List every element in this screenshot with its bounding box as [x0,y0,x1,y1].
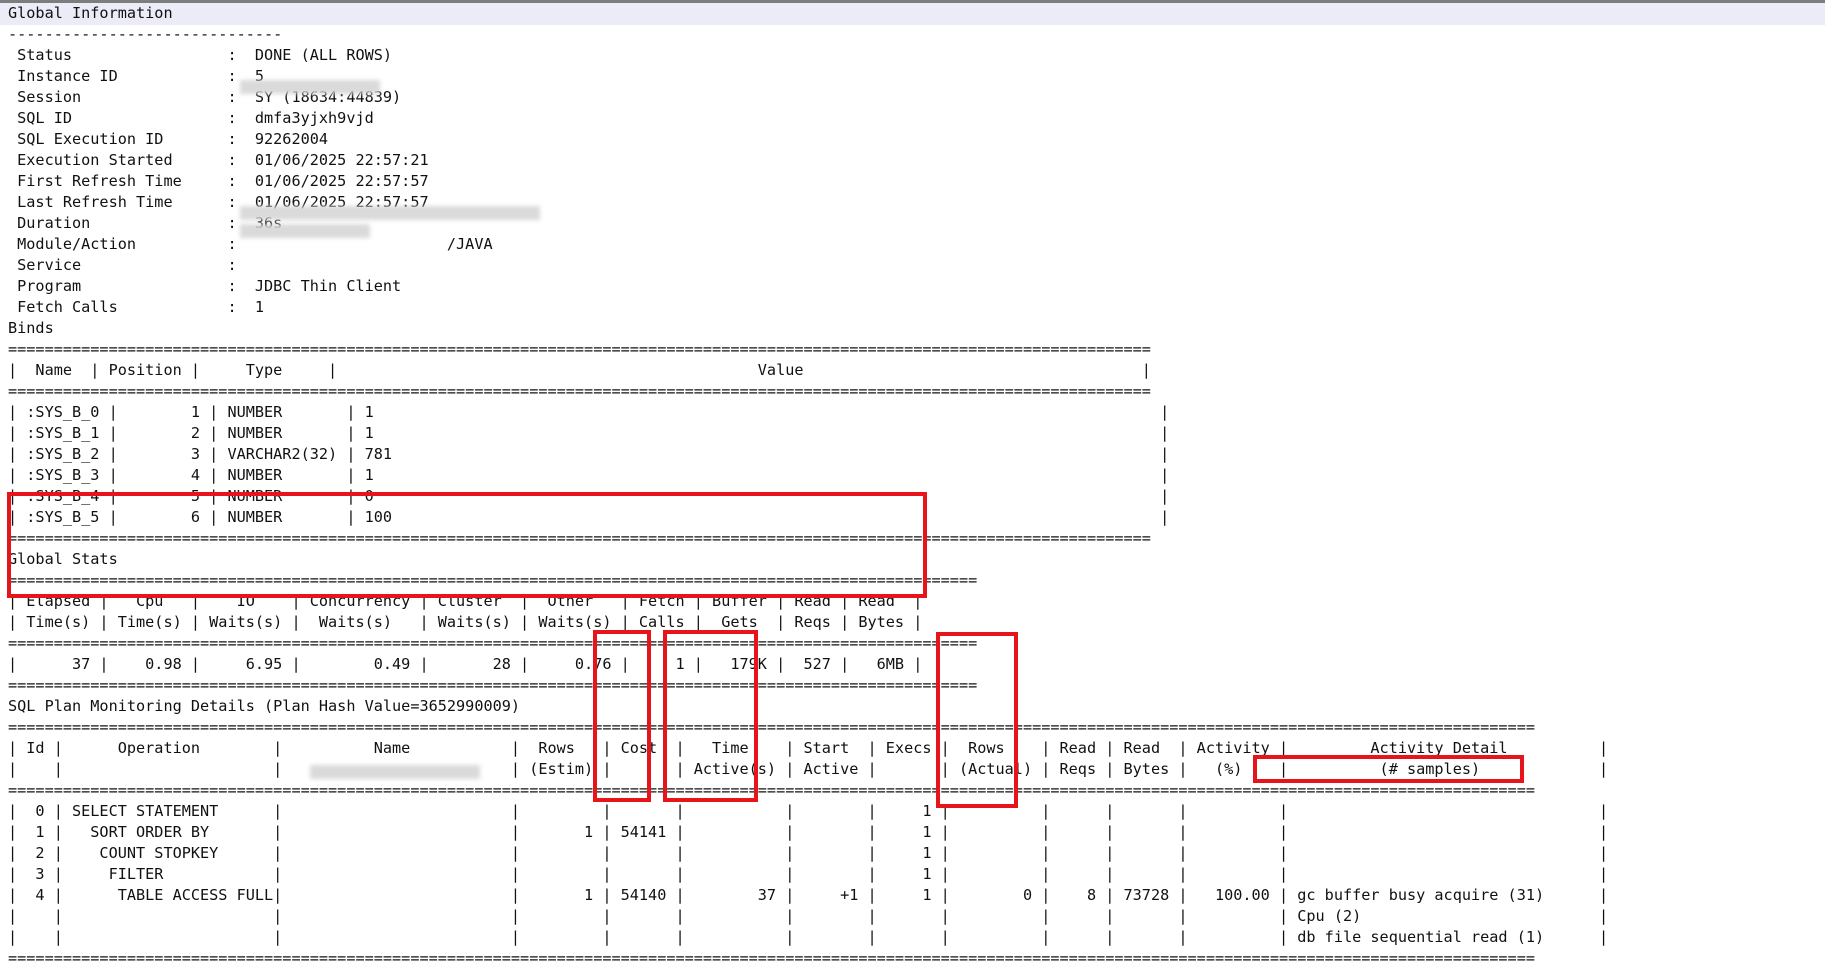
report-line: | Name | Position | Type | Value | [8,361,1151,379]
report-line: | :SYS_B_2 | 3 | VARCHAR2(32) | 781 | [8,445,1170,463]
report-line: | 1 | SORT ORDER BY | | 1 | 54141 | | | … [8,823,1609,841]
report-line: Program : JDBC Thin Client [8,277,402,295]
report-line: Service : [8,256,255,274]
rows-actual-column-highlight-box [936,632,1018,808]
report-line: Instance ID : 5 [8,67,265,85]
report-line: ========================================… [8,382,1151,400]
report-line: ========================================… [8,949,1535,967]
report-line: Status : DONE (ALL ROWS) [8,46,393,64]
report-line: ========================================… [8,676,978,694]
redacted-module [240,206,540,220]
report-line: ========================================… [8,781,1535,799]
redacted-session [240,80,380,94]
report-line: | Time(s) | Time(s) | Waits(s) | Waits(s… [8,613,923,631]
report-line: SQL Plan Monitoring Details (Plan Hash V… [8,697,521,715]
report-line: | | | | | | | | | | | | | Cpu (2) | [8,907,1609,925]
cost-column-highlight-box [593,630,651,802]
report-line: | | | | | | | | | | | | | db file sequen… [8,928,1609,946]
report-line: | 3 | FILTER | | | | | | 1 | | | | | | [8,865,1609,883]
report-line: ========================================… [8,634,978,652]
report-line: | :SYS_B_3 | 4 | NUMBER | 1 | [8,466,1170,484]
report-line: Fetch Calls : 1 [8,298,265,316]
global-stats-highlight-box [7,492,927,598]
report-line: | 2 | COUNT STOPKEY | | | | | | 1 | | | … [8,844,1609,862]
report-line: First Refresh Time : 01/06/2025 22:57:57 [8,172,429,190]
report-line: | 0 | SELECT STATEMENT | | | | | | 1 | |… [8,802,1609,820]
report-line: Binds [8,319,54,337]
report-line: | 4 | TABLE ACCESS FULL| | 1 | 54140 | 3… [8,886,1609,904]
redacted-table-name [310,765,480,779]
report-line: SQL ID : dmfa3yjxh9vjd [8,109,374,127]
activity-detail-highlight-box [1253,755,1524,783]
report-line: ========================================… [8,340,1151,358]
report-line: SQL Execution ID : 92262004 [8,130,329,148]
report-line: Global Information [8,4,173,22]
report-line: Execution Started : 01/06/2025 22:57:21 [8,151,429,169]
sql-monitor-report-text: Global Information ---------------------… [8,3,1608,969]
report-line: | :SYS_B_0 | 1 | NUMBER | 1 | [8,403,1170,421]
report-line: | 37 | 0.98 | 6.95 | 0.49 | 28 | 0.76 | … [8,655,923,673]
time-active-column-highlight-box [663,630,758,802]
report-line: ========================================… [8,718,1535,736]
report-line: | :SYS_B_1 | 2 | NUMBER | 1 | [8,424,1170,442]
redacted-service [240,224,370,238]
report-line: ------------------------------ [8,25,283,43]
